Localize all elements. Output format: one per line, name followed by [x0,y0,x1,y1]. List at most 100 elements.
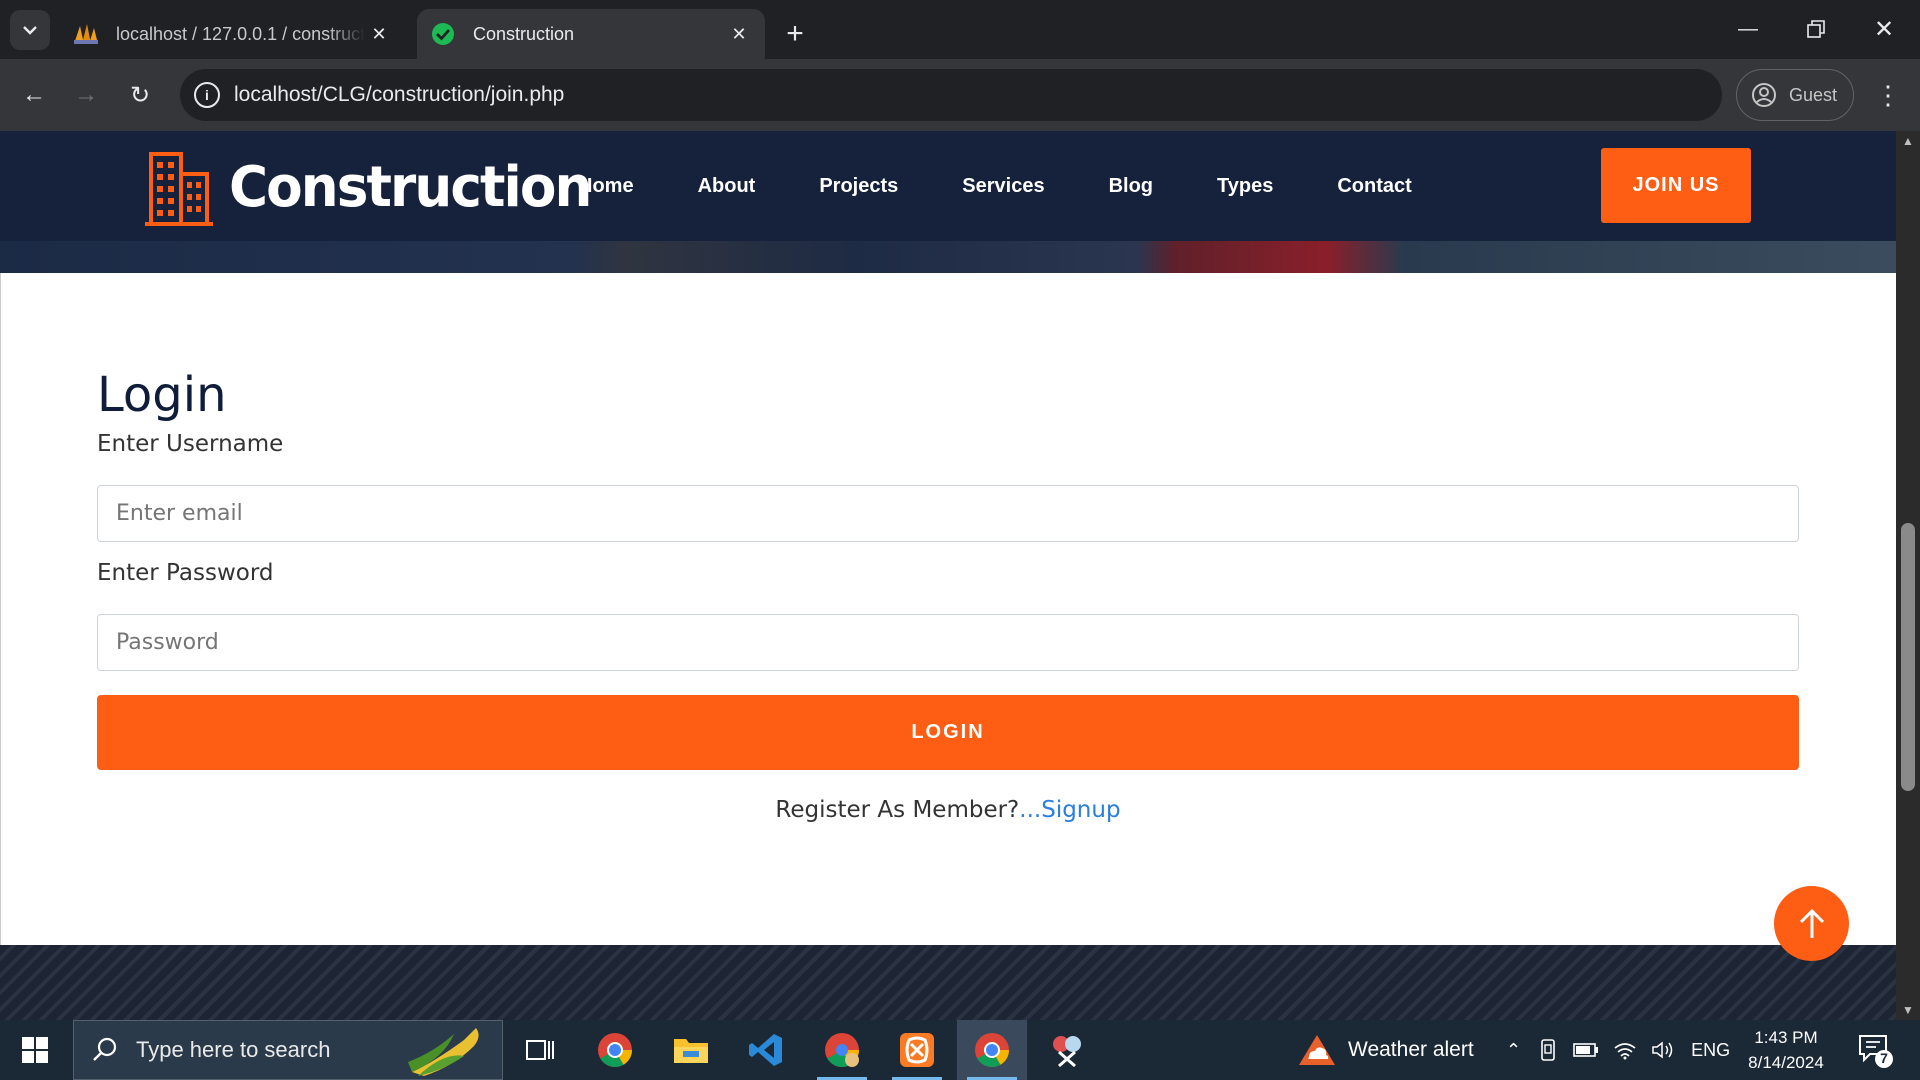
tab-title: Construction [473,23,575,44]
info-icon[interactable]: i [194,82,220,108]
minimize-button[interactable]: — [1714,0,1782,58]
windows-taskbar: Type here to search Weather alert ⌃ ENG [0,1020,1920,1080]
windows-icon [22,1037,48,1063]
signup-link[interactable]: ...Signup [1019,797,1120,823]
password-label: Enter Password [97,560,274,586]
page-title: Login [97,367,227,423]
building-icon [145,152,213,226]
page-viewport: Construction Home About Projects Service… [0,131,1896,1020]
browser-toolbar: ← → ↻ i localhost/CLG/construction/join.… [0,59,1920,131]
close-window-button[interactable]: ✕ [1850,0,1918,58]
join-us-button[interactable]: JOIN US [1601,148,1751,223]
close-icon: ✕ [1873,15,1895,43]
chrome-profile-icon [825,1033,859,1067]
check-circle-icon [429,20,457,48]
brand-name: Construction [229,154,592,220]
address-bar[interactable]: i localhost/CLG/construction/join.php [180,69,1722,121]
nav-types[interactable]: Types [1217,175,1273,198]
volume-icon[interactable] [1651,1040,1675,1060]
taskbar-file-explorer[interactable] [656,1020,726,1080]
notification-icon [1859,1035,1893,1068]
site-logo[interactable]: Construction [143,148,610,226]
notification-count: 7 [1880,1050,1888,1066]
footer-pattern [0,945,1896,1020]
username-label: Enter Username [97,431,284,457]
login-button[interactable]: LOGIN [97,695,1799,770]
clock-time: 1:43 PM [1754,1028,1818,1047]
language-indicator[interactable]: ENG [1691,1040,1730,1061]
reload-icon: ↻ [129,81,151,109]
notification-center-button[interactable]: 7 [1856,1030,1896,1070]
close-icon[interactable]: ✕ [725,20,753,48]
username-input[interactable] [97,485,1799,542]
nav-contact[interactable]: Contact [1337,175,1411,198]
profile-button[interactable]: Guest [1736,69,1854,121]
tab-construction[interactable]: Construction ✕ [417,9,765,59]
forward-button[interactable]: → [64,73,108,117]
start-button[interactable] [0,1020,70,1080]
page-scrollbar[interactable]: ▲ ▼ [1896,131,1920,1020]
task-view-icon [526,1040,554,1060]
weather-label: Weather alert [1348,1038,1474,1061]
scroll-down-icon[interactable]: ▼ [1896,1000,1920,1020]
scrollbar-thumb[interactable] [1901,523,1915,791]
clock-date: 8/14/2024 [1748,1053,1824,1072]
reload-button[interactable]: ↻ [118,73,162,117]
site-navbar: Construction Home About Projects Service… [0,131,1896,241]
close-icon[interactable]: ✕ [365,20,393,48]
nav-about[interactable]: About [698,175,756,198]
nav-home[interactable]: Home [578,175,634,198]
password-input[interactable] [97,614,1799,671]
plus-icon: + [786,17,804,50]
taskbar-chrome[interactable] [580,1020,650,1080]
back-to-top-button[interactable] [1774,886,1849,961]
system-tray: ⌃ ENG [1506,1020,1730,1080]
back-button[interactable]: ← [12,73,56,117]
battery-icon[interactable] [1573,1042,1599,1058]
tab-phpmyadmin[interactable]: localhost / 127.0.0.1 / construct ✕ [60,9,405,59]
weather-alert-icon [1299,1035,1335,1065]
wifi-icon[interactable] [1613,1040,1637,1060]
arrow-right-icon: → [74,81,98,108]
folder-icon [674,1039,708,1063]
new-tab-button[interactable]: + [775,14,815,54]
weather-widget[interactable]: Weather alert [1298,1020,1474,1080]
snipping-tool-icon [1053,1036,1081,1068]
search-placeholder: Type here to search [136,1037,331,1062]
taskbar-chrome-active[interactable] [957,1020,1027,1080]
scroll-up-icon[interactable]: ▲ [1896,131,1920,151]
restore-button[interactable] [1782,0,1850,58]
device-icon[interactable] [1539,1039,1557,1061]
nav-services[interactable]: Services [962,175,1044,198]
register-prompt: Register As Member?...Signup [1,797,1895,823]
arrow-up-icon [1799,908,1824,938]
main-nav: Home About Projects Services Blog Types … [578,131,1476,241]
vscode-icon [749,1034,782,1066]
login-section: Login Enter Username Enter Password LOGI… [0,273,1896,945]
minimize-icon: — [1738,17,1758,40]
search-icon [93,1037,117,1061]
chrome-icon [975,1033,1009,1067]
taskbar-clock[interactable]: 1:43 PM 8/14/2024 [1736,1025,1836,1075]
tab-search-button[interactable] [10,10,50,50]
tab-title: localhost / 127.0.0.1 / construct [116,23,365,44]
arrow-left-icon: ← [22,81,46,108]
register-text: Register As Member? [775,797,1020,823]
profile-label: Guest [1789,84,1838,105]
task-view-button[interactable] [505,1020,575,1080]
taskbar-chrome-profile[interactable] [807,1020,877,1080]
corn-icon [408,1028,479,1076]
xampp-icon [900,1033,934,1067]
taskbar-snipping-tool[interactable] [1032,1020,1102,1080]
tab-strip: localhost / 127.0.0.1 / construct ✕ Cons… [0,0,1920,59]
taskbar-search[interactable]: Type here to search [73,1020,503,1080]
more-vert-icon: ⋮ [1875,79,1901,110]
nav-blog[interactable]: Blog [1109,175,1153,198]
taskbar-xampp[interactable] [882,1020,952,1080]
account-circle-icon [1752,83,1776,107]
url-text: localhost/CLG/construction/join.php [234,83,565,106]
chevron-up-icon[interactable]: ⌃ [1506,1040,1521,1061]
taskbar-vscode[interactable] [731,1020,801,1080]
browser-menu-button[interactable]: ⋮ [1870,73,1906,117]
nav-projects[interactable]: Projects [819,175,898,198]
